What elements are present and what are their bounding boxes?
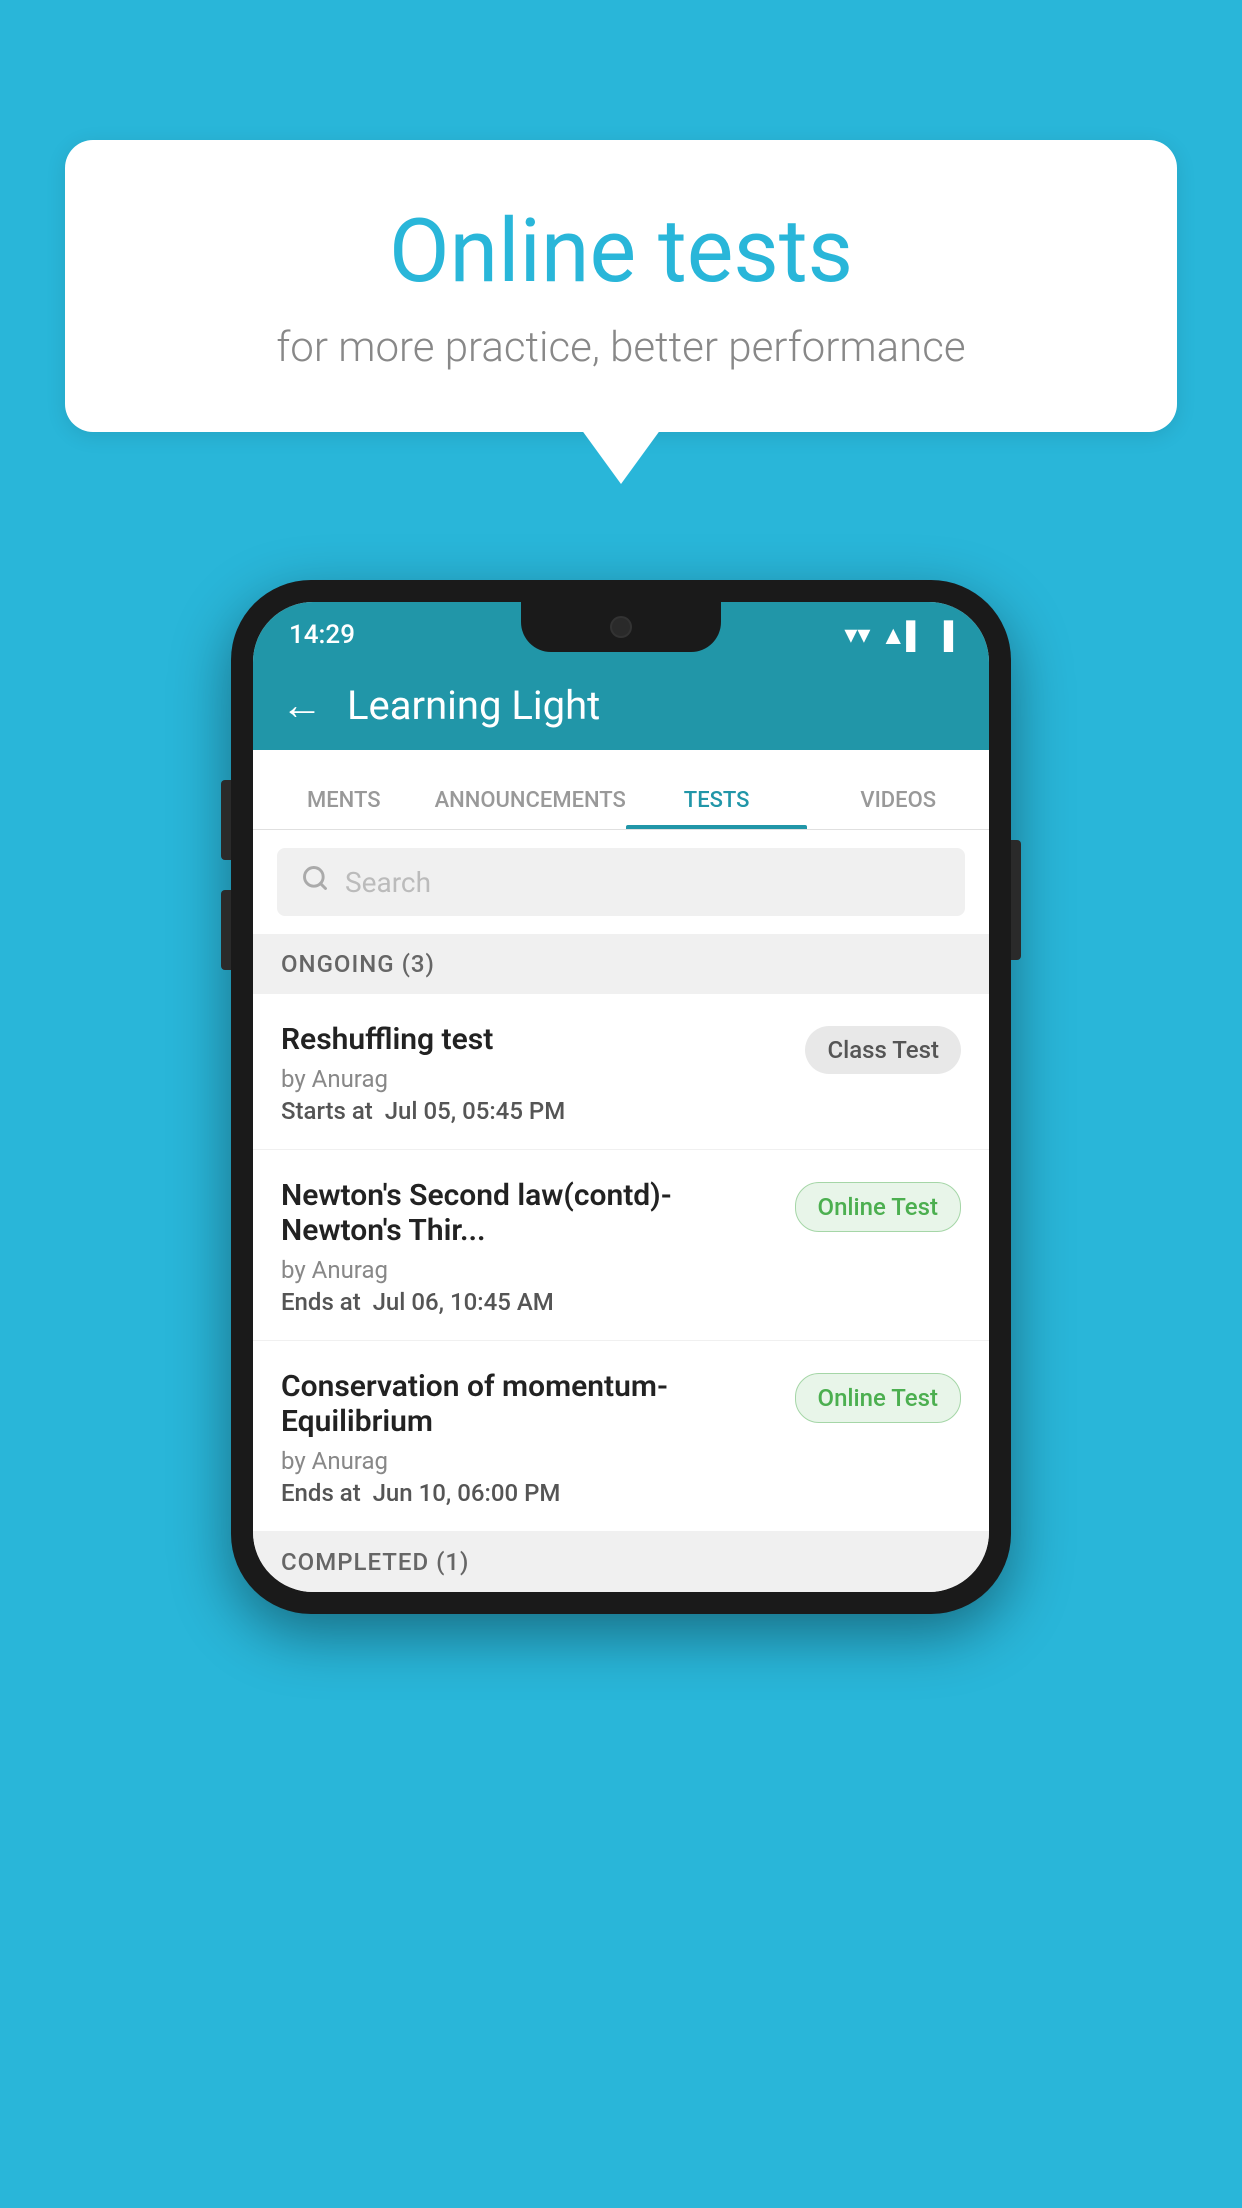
wifi-icon: ▾▾ <box>844 620 870 650</box>
front-camera <box>610 616 632 638</box>
test-info: Conservation of momentum-Equilibrium by … <box>281 1369 795 1507</box>
test-info: Reshuffling test by Anurag Starts at Jul… <box>281 1022 805 1125</box>
phone-screen: 14:29 ▾▾ ▲▌ ▐ ← Learning Light MENTS ANN… <box>253 602 989 1592</box>
test-name: Newton's Second law(contd)-Newton's Thir… <box>281 1178 775 1248</box>
test-by: by Anurag <box>281 1447 775 1475</box>
test-list: Reshuffling test by Anurag Starts at Jul… <box>253 994 989 1532</box>
back-button[interactable]: ← <box>281 681 323 730</box>
search-container: Search <box>253 830 989 934</box>
speech-bubble: Online tests for more practice, better p… <box>65 140 1177 432</box>
app-bar: ← Learning Light <box>253 660 989 750</box>
search-placeholder: Search <box>345 866 431 899</box>
completed-label: COMPLETED (1) <box>281 1548 469 1576</box>
app-bar-title: Learning Light <box>347 682 600 729</box>
ongoing-label: ONGOING (3) <box>281 950 435 978</box>
test-badge-online: Online Test <box>795 1373 961 1423</box>
tab-tests[interactable]: TESTS <box>626 788 808 829</box>
phone-container: 14:29 ▾▾ ▲▌ ▐ ← Learning Light MENTS ANN… <box>231 580 1011 1614</box>
search-bar[interactable]: Search <box>277 848 965 916</box>
search-icon <box>301 864 329 900</box>
power-button <box>1011 840 1021 960</box>
test-time: Ends at Jul 06, 10:45 AM <box>281 1288 775 1316</box>
speech-bubble-subtitle: for more practice, better performance <box>135 323 1107 372</box>
completed-section-header: COMPLETED (1) <box>253 1532 989 1592</box>
status-icons: ▾▾ ▲▌ ▐ <box>844 620 953 651</box>
test-name: Reshuffling test <box>281 1022 785 1057</box>
tab-videos[interactable]: VIDEOS <box>807 788 989 829</box>
tab-bar: MENTS ANNOUNCEMENTS TESTS VIDEOS <box>253 750 989 830</box>
test-name: Conservation of momentum-Equilibrium <box>281 1369 775 1439</box>
test-item[interactable]: Conservation of momentum-Equilibrium by … <box>253 1341 989 1532</box>
volume-up-button <box>221 780 231 860</box>
test-item[interactable]: Reshuffling test by Anurag Starts at Jul… <box>253 994 989 1150</box>
tab-ments[interactable]: MENTS <box>253 788 435 829</box>
speech-bubble-title: Online tests <box>135 200 1107 303</box>
test-info: Newton's Second law(contd)-Newton's Thir… <box>281 1178 795 1316</box>
tab-announcements[interactable]: ANNOUNCEMENTS <box>435 788 626 829</box>
ongoing-section-header: ONGOING (3) <box>253 934 989 994</box>
battery-icon: ▐ <box>935 620 953 651</box>
speech-bubble-container: Online tests for more practice, better p… <box>65 140 1177 432</box>
test-by: by Anurag <box>281 1065 785 1093</box>
test-badge-class: Class Test <box>805 1026 961 1074</box>
status-time: 14:29 <box>289 620 355 650</box>
phone-frame: 14:29 ▾▾ ▲▌ ▐ ← Learning Light MENTS ANN… <box>231 580 1011 1614</box>
test-badge-online: Online Test <box>795 1182 961 1232</box>
signal-icon: ▲▌ <box>880 620 924 651</box>
test-by: by Anurag <box>281 1256 775 1284</box>
volume-down-button <box>221 890 231 970</box>
test-item[interactable]: Newton's Second law(contd)-Newton's Thir… <box>253 1150 989 1341</box>
test-time: Starts at Jul 05, 05:45 PM <box>281 1097 785 1125</box>
test-time: Ends at Jun 10, 06:00 PM <box>281 1479 775 1507</box>
phone-notch <box>521 602 721 652</box>
